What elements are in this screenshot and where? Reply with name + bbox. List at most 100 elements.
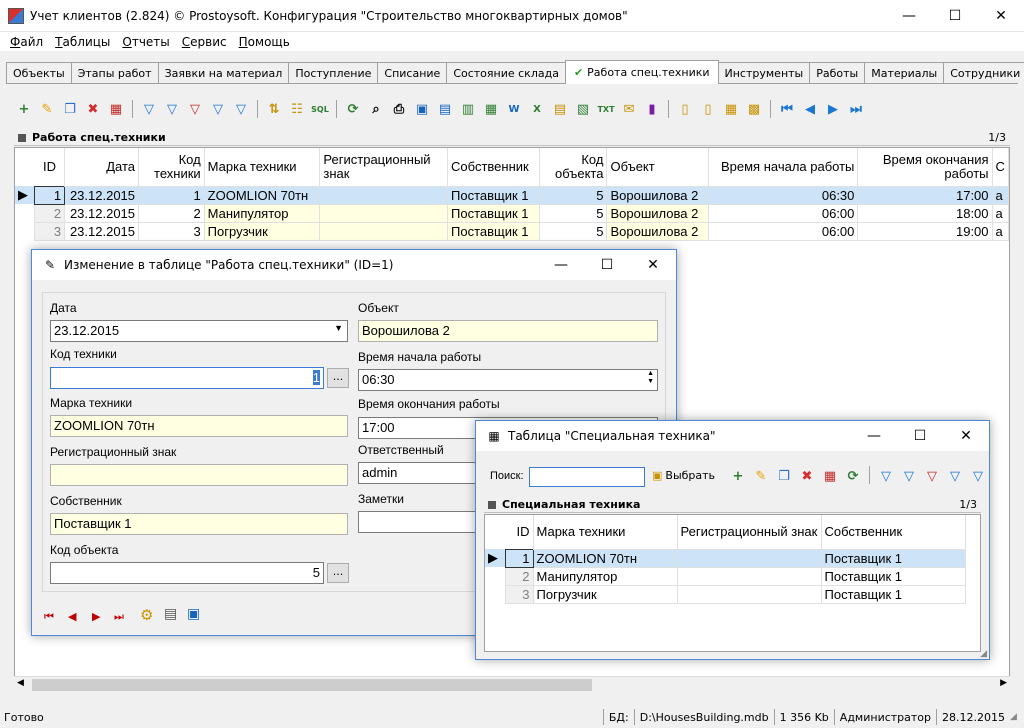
obj-code-field[interactable]: 5: [50, 562, 324, 584]
col-id[interactable]: ID: [505, 515, 534, 549]
prev-icon[interactable]: ◀: [68, 610, 76, 623]
menu-reports[interactable]: Отчеты: [116, 35, 175, 49]
document-icon[interactable]: ▯: [675, 99, 695, 119]
col-obj-code[interactable]: Код объекта: [539, 148, 608, 186]
delete-all-icon[interactable]: ▦: [820, 466, 840, 486]
copy-icon[interactable]: ❐: [774, 466, 794, 486]
table-row[interactable]: 2 Манипулятор Поставщик 1: [485, 566, 966, 586]
resize-grip-icon[interactable]: ◢: [1010, 712, 1024, 722]
code-field[interactable]: 1: [50, 367, 324, 389]
prev-record-icon[interactable]: ◀: [800, 99, 820, 119]
last-icon[interactable]: ⏭: [114, 610, 124, 624]
table-row[interactable]: 3 Погрузчик Поставщик 1: [485, 584, 966, 604]
lookup-dialog-minimize[interactable]: —: [851, 428, 897, 444]
cell-code[interactable]: 2: [138, 203, 205, 223]
cell-extra[interactable]: a: [991, 185, 1010, 205]
cell-start[interactable]: 06:00: [708, 221, 859, 241]
cell-id[interactable]: 2: [504, 566, 534, 586]
chart-icon[interactable]: ▮: [642, 99, 662, 119]
cell-owner[interactable]: Поставщик 1: [820, 584, 966, 604]
cell-date[interactable]: 23.12.2015: [64, 221, 140, 241]
cell-obj-code[interactable]: 5: [538, 203, 608, 223]
delete-icon[interactable]: ✖: [83, 99, 103, 119]
edit-dialog-close[interactable]: ✕: [630, 257, 676, 273]
cell-extra[interactable]: a: [991, 203, 1010, 223]
copy-icon[interactable]: ❐: [60, 99, 80, 119]
col-reg[interactable]: Регистрационный знак: [319, 148, 449, 186]
cell-end[interactable]: 17:00: [857, 185, 993, 205]
tab-objects[interactable]: Объекты: [6, 62, 72, 83]
cell-code[interactable]: 3: [138, 221, 205, 241]
cell-reg[interactable]: [676, 584, 822, 604]
cell-obj-code[interactable]: 5: [538, 221, 608, 241]
cell-code[interactable]: 1: [138, 185, 205, 205]
export-icon[interactable]: ▤: [435, 99, 455, 119]
cell-object[interactable]: Ворошилова 2: [606, 203, 710, 223]
tab-employees[interactable]: Сотрудники: [943, 62, 1024, 83]
text-icon[interactable]: TXT: [596, 99, 616, 119]
first-icon[interactable]: ⏮: [44, 610, 54, 624]
export-table-icon[interactable]: ▥: [458, 99, 478, 119]
table-row[interactable]: ▶ 1 23.12.2015 1 ZOOMLION 70тн Поставщик…: [15, 185, 1010, 205]
menu-tables[interactable]: Таблицы: [49, 35, 116, 49]
report-icon[interactable]: ▤: [550, 99, 570, 119]
cell-owner[interactable]: Поставщик 1: [447, 185, 540, 205]
cell-date[interactable]: 23.12.2015: [64, 203, 140, 223]
tab-write-off[interactable]: Списание: [377, 62, 448, 83]
next-icon[interactable]: ▶: [92, 610, 100, 623]
cell-brand[interactable]: Манипулятор: [203, 203, 321, 223]
cell-start[interactable]: 06:00: [708, 203, 859, 223]
resize-grip-icon[interactable]: ◢: [980, 649, 987, 659]
cell-owner[interactable]: Поставщик 1: [820, 548, 966, 568]
brand-field[interactable]: ZOOMLION 70тн: [50, 415, 348, 437]
tab-materials[interactable]: Материалы: [864, 62, 945, 83]
print-icon[interactable]: ⎙: [389, 99, 409, 119]
owner-field[interactable]: Поставщик 1: [50, 513, 348, 535]
add-record-icon[interactable]: +: [14, 99, 34, 119]
refresh-icon[interactable]: ⟳: [343, 99, 363, 119]
start-field[interactable]: 06:30 ▲ ▼: [358, 369, 658, 391]
col-date[interactable]: Дата: [64, 148, 140, 186]
cell-end[interactable]: 19:00: [857, 221, 993, 241]
tab-stock[interactable]: Состояние склада: [446, 62, 566, 83]
cell-brand[interactable]: ZOOMLION 70тн: [532, 548, 678, 568]
sort-icon[interactable]: ⇅: [264, 99, 284, 119]
first-record-icon[interactable]: ⏮: [777, 99, 797, 119]
table-row[interactable]: ▶ 1 ZOOMLION 70тн Поставщик 1: [485, 548, 966, 568]
excel-icon[interactable]: X: [527, 99, 547, 119]
cell-brand[interactable]: Погрузчик: [203, 221, 321, 241]
tab-tools[interactable]: Инструменты: [717, 62, 811, 83]
cell-start[interactable]: 06:30: [708, 185, 859, 205]
scroll-right-icon[interactable]: ▶: [1000, 678, 1007, 688]
cell-reg[interactable]: [676, 548, 822, 568]
tab-material-requests[interactable]: Заявки на материал: [157, 62, 290, 83]
form-edit-icon[interactable]: ▤: [164, 606, 177, 622]
import-icon[interactable]: ▦: [481, 99, 501, 119]
edit-icon[interactable]: ✎: [37, 99, 57, 119]
col-owner[interactable]: Собственник: [447, 148, 540, 186]
filter-clear-icon[interactable]: ▽: [899, 466, 919, 486]
col-reg[interactable]: Регистрационный знак: [677, 515, 822, 549]
tab-special-equipment[interactable]: ✔ Работа спец.техники: [564, 60, 719, 84]
col-end[interactable]: Время окончания работы: [857, 148, 993, 186]
dropdown-icon[interactable]: ▼: [334, 323, 343, 333]
col-start[interactable]: Время начала работы: [708, 148, 859, 186]
filter-remove-icon[interactable]: ▽: [185, 99, 205, 119]
cell-id[interactable]: 1: [34, 185, 66, 205]
edit-dialog-minimize[interactable]: —: [538, 257, 584, 273]
cell-object[interactable]: Ворошилова 2: [606, 221, 710, 241]
tab-work-stages[interactable]: Этапы работ: [70, 62, 159, 83]
scroll-thumb[interactable]: [32, 679, 592, 691]
table-row[interactable]: 3 23.12.2015 3 Погрузчик Поставщик 1 5 В…: [15, 221, 1010, 241]
filter-icon[interactable]: ▽: [876, 466, 896, 486]
lookup-dialog-close[interactable]: ✕: [943, 428, 989, 444]
menu-file[interactable]: Файл: [4, 35, 49, 49]
col-id[interactable]: ID: [34, 148, 66, 186]
scroll-left-icon[interactable]: ◀: [17, 678, 24, 688]
col-owner[interactable]: Собственник: [821, 515, 966, 549]
delete-all-icon[interactable]: ▦: [106, 99, 126, 119]
filter-custom-icon[interactable]: ▽: [945, 466, 965, 486]
spinner-icon[interactable]: ▲ ▼: [647, 370, 654, 386]
preview-icon[interactable]: ▣: [412, 99, 432, 119]
cell-brand[interactable]: Манипулятор: [532, 566, 678, 586]
